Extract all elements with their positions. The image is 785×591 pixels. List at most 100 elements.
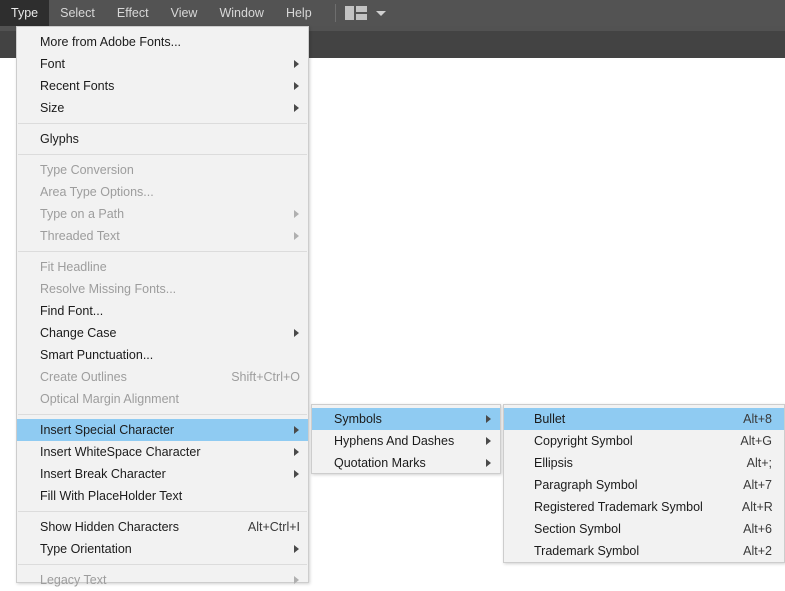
chevron-down-icon[interactable] (375, 10, 386, 16)
insert-special-character-submenu-panel: Symbols Hyphens And Dashes Quotation Marks (311, 404, 501, 474)
submenu-arrow-icon (294, 210, 299, 218)
menu-item-legacy-text: Legacy Text (17, 569, 308, 591)
arrange-icon-pane-top (355, 6, 367, 12)
menu-item-hyphens-and-dashes[interactable]: Hyphens And Dashes (312, 430, 500, 452)
menu-item-label: Copyright Symbol (534, 434, 633, 448)
menu-separator (18, 564, 307, 565)
submenu-arrow-icon (486, 437, 491, 445)
menu-separator (18, 154, 307, 155)
symbols-submenu-panel: Bullet Alt+8 Copyright Symbol Alt+G Ellipsis… (503, 404, 785, 563)
submenu-arrow-icon (486, 459, 491, 467)
menu-item-smart-punctuation[interactable]: Smart Punctuation... (17, 344, 308, 366)
submenu-arrow-icon (486, 415, 491, 423)
menu-item-show-hidden-characters[interactable]: Show Hidden Characters Alt+Ctrl+I (17, 516, 308, 538)
menu-item-fill-with-placeholder-text[interactable]: Fill With PlaceHolder Text (17, 485, 308, 507)
menu-item-shortcut: Alt+Ctrl+I (247, 520, 300, 534)
arrange-icon-pane-bottom (355, 14, 367, 20)
menu-item-type-conversion: Type Conversion (17, 159, 308, 181)
menu-item-section-symbol[interactable]: Section Symbol Alt+6 (504, 518, 784, 540)
menu-item-bullet[interactable]: Bullet Alt+8 (504, 408, 784, 430)
menu-item-trademark-symbol[interactable]: Trademark Symbol Alt+2 (504, 540, 784, 562)
arrange-icon-right-panes (355, 6, 367, 20)
menu-item-label: Create Outlines (40, 370, 127, 384)
menu-item-paragraph-symbol[interactable]: Paragraph Symbol Alt+7 (504, 474, 784, 496)
menu-item-label: Registered Trademark Symbol (534, 500, 703, 514)
menu-item-insert-whitespace-character[interactable]: Insert WhiteSpace Character (17, 441, 308, 463)
menu-item-insert-special-character[interactable]: Insert Special Character (17, 419, 308, 441)
menu-item-label: Insert WhiteSpace Character (40, 445, 201, 459)
menu-item-change-case[interactable]: Change Case (17, 322, 308, 344)
menubar-item-help[interactable]: Help (275, 0, 323, 26)
menu-item-copyright-symbol[interactable]: Copyright Symbol Alt+G (504, 430, 784, 452)
menu-separator (18, 251, 307, 252)
submenu-arrow-icon (294, 232, 299, 240)
menu-bar: Type Select Effect View Window Help (0, 0, 785, 26)
menu-item-symbols[interactable]: Symbols (312, 408, 500, 430)
menu-item-label: Size (40, 101, 65, 115)
menu-item-area-type-options: Area Type Options... (17, 181, 308, 203)
menu-item-registered-trademark-symbol[interactable]: Registered Trademark Symbol Alt+R (504, 496, 784, 518)
menu-item-label: Optical Margin Alignment (40, 392, 179, 406)
submenu-arrow-icon (294, 60, 299, 68)
menu-item-shortcut: Alt+7 (743, 478, 772, 492)
menubar-item-effect[interactable]: Effect (106, 0, 160, 26)
menubar-item-view[interactable]: View (160, 0, 209, 26)
menu-item-shortcut: Alt+R (741, 500, 773, 514)
submenu-arrow-icon (294, 470, 299, 478)
menu-item-label: Insert Special Character (40, 423, 175, 437)
menu-item-more-from-adobe-fonts[interactable]: More from Adobe Fonts... (17, 31, 308, 53)
menu-item-label: Symbols (334, 412, 382, 426)
menu-item-label: Change Case (40, 326, 117, 340)
menu-item-label: Find Font... (40, 304, 104, 318)
menu-item-create-outlines: Create Outlines Shift+Ctrl+O (17, 366, 308, 388)
submenu-arrow-icon (294, 426, 299, 434)
menu-item-find-font[interactable]: Find Font... (17, 300, 308, 322)
menu-item-ellipsis[interactable]: Ellipsis Alt+; (504, 452, 784, 474)
submenu-arrow-icon (294, 104, 299, 112)
menu-item-label: Type on a Path (40, 207, 125, 221)
menu-item-insert-break-character[interactable]: Insert Break Character (17, 463, 308, 485)
menu-item-label: Trademark Symbol (534, 544, 640, 558)
menu-item-label: Resolve Missing Fonts... (40, 282, 177, 296)
menu-item-label: Insert Break Character (40, 467, 166, 481)
menu-item-font[interactable]: Font (17, 53, 308, 75)
menu-item-label: Bullet (534, 412, 566, 426)
submenu-arrow-icon (294, 329, 299, 337)
submenu-arrow-icon (294, 82, 299, 90)
menu-separator (18, 511, 307, 512)
menu-item-shortcut: Alt+; (746, 456, 772, 470)
menu-item-label: Font (40, 57, 66, 71)
menu-item-label: Hyphens And Dashes (334, 434, 455, 448)
menu-item-optical-margin-alignment: Optical Margin Alignment (17, 388, 308, 410)
menu-separator (18, 123, 307, 124)
menu-item-recent-fonts[interactable]: Recent Fonts (17, 75, 308, 97)
menu-item-label: Type Orientation (40, 542, 132, 556)
menu-item-quotation-marks[interactable]: Quotation Marks (312, 452, 500, 474)
menu-item-label: More from Adobe Fonts... (40, 35, 182, 49)
menu-item-shortcut: Alt+G (740, 434, 772, 448)
menu-item-label: Glyphs (40, 132, 79, 146)
menu-item-type-on-a-path: Type on a Path (17, 203, 308, 225)
menu-item-label: Smart Punctuation... (40, 348, 154, 362)
menu-item-label: Ellipsis (534, 456, 573, 470)
menu-item-label: Section Symbol (534, 522, 621, 536)
menu-item-type-orientation[interactable]: Type Orientation (17, 538, 308, 560)
menu-item-label: Quotation Marks (334, 456, 426, 470)
menu-item-label: Paragraph Symbol (534, 478, 638, 492)
menu-item-shortcut: Alt+6 (743, 522, 772, 536)
menubar-item-select[interactable]: Select (49, 0, 106, 26)
submenu-arrow-icon (294, 545, 299, 553)
menu-item-label: Recent Fonts (40, 79, 115, 93)
menu-item-shortcut: Alt+2 (743, 544, 772, 558)
menubar-separator (334, 4, 336, 22)
menu-item-label: Area Type Options... (40, 185, 154, 199)
menu-separator (18, 414, 307, 415)
type-menu-panel: More from Adobe Fonts... Font Recent Fonts… (16, 26, 309, 587)
submenu-arrow-icon (294, 576, 299, 584)
arrange-documents-icon[interactable] (344, 6, 367, 20)
menu-item-glyphs[interactable]: Glyphs (17, 128, 308, 150)
menubar-item-type[interactable]: Type (0, 0, 50, 26)
menu-item-label: Fill With PlaceHolder Text (40, 489, 183, 503)
menubar-item-window[interactable]: Window (208, 0, 274, 26)
menu-item-size[interactable]: Size (17, 97, 308, 119)
